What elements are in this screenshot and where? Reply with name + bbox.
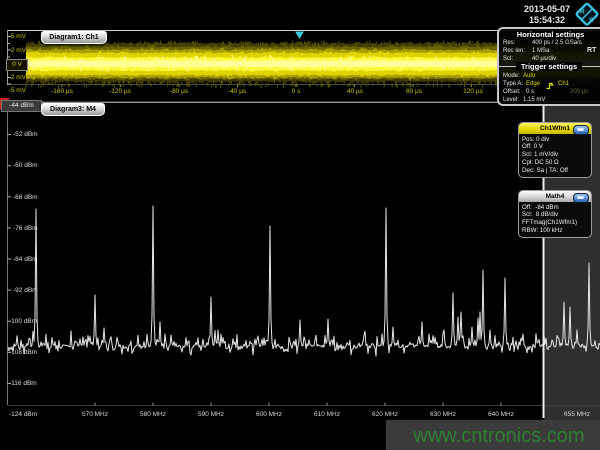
svg-text:S: S: [589, 17, 594, 24]
svg-text:R: R: [580, 9, 585, 16]
